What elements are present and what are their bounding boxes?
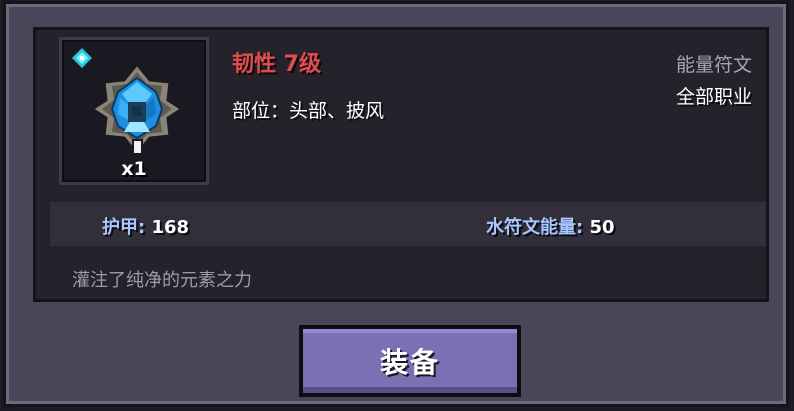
stats-bar: 护甲: 168 水符文能量: 50 <box>50 202 766 246</box>
rune-gem-icon <box>90 62 184 156</box>
item-slot: 部位：头部、披风 <box>232 100 385 122</box>
armor-value: 168 <box>151 217 190 238</box>
armor-stat: 护甲: 168 <box>102 213 189 239</box>
armor-label: 护甲: <box>102 217 146 238</box>
item-class-restriction: 全部职业 <box>675 86 752 108</box>
equip-button[interactable]: 装备 <box>299 325 521 397</box>
item-icon-slot: x1 <box>59 37 209 185</box>
water-rune-energy-label: 水符文能量: <box>486 217 584 238</box>
item-description: 灌注了纯净的元素之力 <box>72 270 252 291</box>
equip-button-label: 装备 <box>379 346 440 379</box>
item-quantity: x1 <box>121 158 147 180</box>
water-rune-energy-stat: 水符文能量: 50 <box>486 213 615 239</box>
item-type: 能量符文 <box>675 54 752 76</box>
water-rune-energy-value: 50 <box>589 217 615 238</box>
item-tooltip-panel: x1 韧性 7级 部位：头部、披风 能量符文 全部职业 护甲: 168 水符文能… <box>6 4 786 404</box>
item-details-card: x1 韧性 7级 部位：头部、披风 能量符文 全部职业 护甲: 168 水符文能… <box>33 27 769 302</box>
gem-socket-icon <box>72 48 92 68</box>
item-name: 韧性 7级 <box>232 52 321 77</box>
